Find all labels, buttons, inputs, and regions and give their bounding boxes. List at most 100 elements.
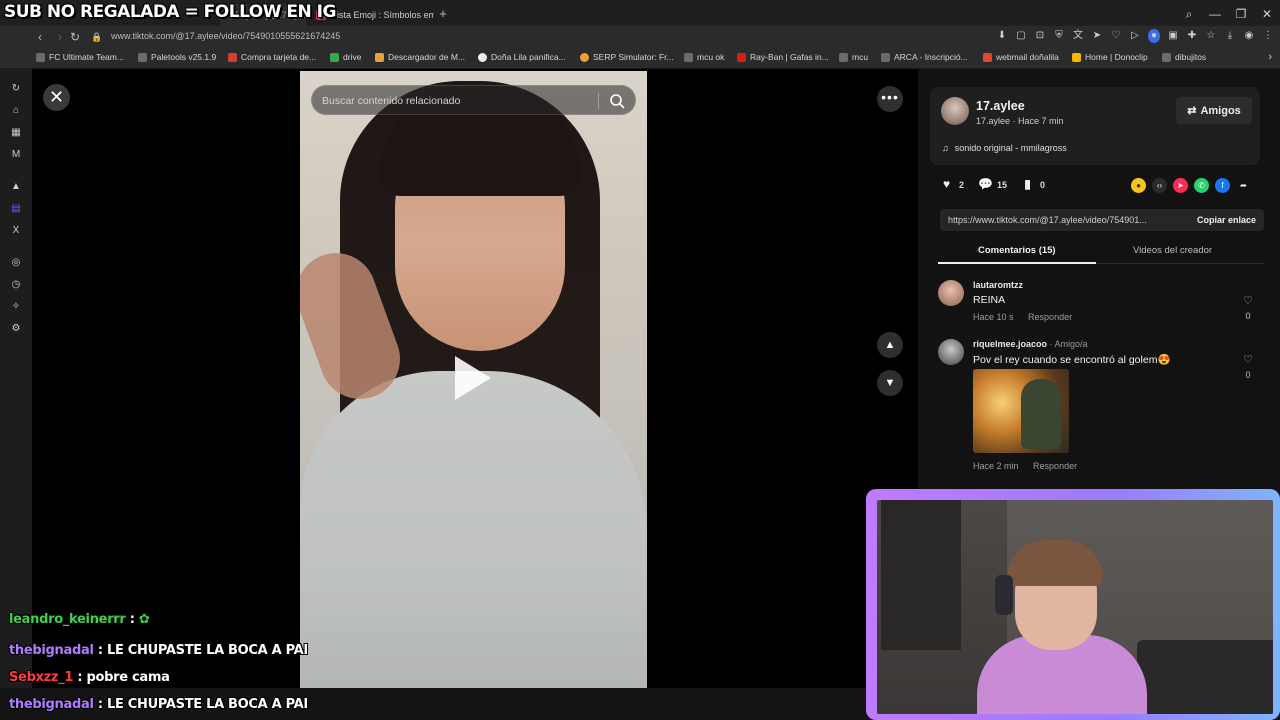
- chat-username: thebignadal: [9, 697, 94, 712]
- comment-like-count: 0: [1245, 370, 1251, 380]
- avatar[interactable]: [941, 97, 969, 125]
- creator-name[interactable]: 17.aylee: [976, 99, 1025, 113]
- bookmark-item[interactable]: dibujitos: [1162, 52, 1206, 62]
- creator-subtitle: 17.aylee · Hace 7 min: [976, 116, 1064, 126]
- coin-icon[interactable]: ●: [1131, 178, 1146, 193]
- translate-icon[interactable]: 文: [1072, 29, 1084, 43]
- close-icon[interactable]: ✕: [43, 84, 70, 111]
- copy-link-button[interactable]: Copiar enlace: [1197, 215, 1256, 225]
- sidebar-history-icon[interactable]: ◷: [10, 279, 22, 291]
- send-icon[interactable]: ➤: [1091, 29, 1103, 43]
- shield-icon[interactable]: ⛨: [1053, 29, 1065, 43]
- bookmarks-overflow-icon[interactable]: ›: [1268, 51, 1272, 63]
- friends-button[interactable]: ⇄ Amigos: [1176, 97, 1252, 124]
- screenshot-icon[interactable]: ⊡: [1034, 29, 1046, 43]
- sidebar-extensions-icon[interactable]: ✧: [10, 301, 22, 313]
- site-info-icon[interactable]: 🔒: [89, 29, 105, 45]
- previous-video-icon[interactable]: ▲: [877, 332, 903, 358]
- avatar[interactable]: [938, 339, 964, 365]
- sidebar-gallery-icon[interactable]: ▦: [10, 127, 22, 139]
- comment-time: Hace 2 min: [973, 461, 1019, 471]
- pin-icon[interactable]: ⬇: [996, 29, 1008, 43]
- comment-item: lautaromtzz REINA Hace 10 s Responder ♡ …: [938, 280, 1264, 328]
- bookmark-item[interactable]: mcu: [839, 52, 868, 62]
- comment-text: Pov el rey cuando se encontró al golem😍: [973, 354, 1171, 366]
- capture-icon[interactable]: ▢: [1015, 29, 1027, 43]
- restore-icon[interactable]: ❐: [1234, 6, 1248, 22]
- play-icon[interactable]: ▷: [1129, 29, 1141, 43]
- save-button[interactable]: ▮ 0: [1021, 178, 1045, 191]
- search-tabs-icon[interactable]: ⌕: [1182, 6, 1196, 22]
- bookmark-item[interactable]: drive: [330, 52, 361, 62]
- bookmark-item[interactable]: webmail doñalila: [983, 52, 1059, 62]
- profile-icon[interactable]: ◉: [1243, 29, 1255, 43]
- bookmark-item[interactable]: Home | Donoclip: [1072, 52, 1148, 62]
- avatar[interactable]: [938, 280, 964, 306]
- stats-row: ♥ 2 💬 15 ▮ 0: [940, 178, 1059, 191]
- sidebar-twitch-icon[interactable]: ▤: [10, 203, 22, 215]
- comment-like-icon[interactable]: ♡: [1241, 294, 1255, 307]
- tab-creator-videos[interactable]: Videos del creador: [1133, 245, 1212, 256]
- bookmark-item[interactable]: SERP Simulator: Fr...: [580, 52, 674, 62]
- bookmark-item[interactable]: FC Ultimate Team...: [36, 52, 124, 62]
- bookmarks-bar: FC Ultimate Team... Paletools v25.1.9 Co…: [0, 48, 1280, 69]
- bookmark-item[interactable]: Paletools v25.1.9: [138, 52, 216, 62]
- sidebar-arc-icon[interactable]: ▲: [10, 181, 22, 193]
- tab-comments[interactable]: Comentarios (15): [978, 245, 1056, 256]
- bookmark-item[interactable]: Doña Lila panifica...: [478, 52, 566, 62]
- menu-icon[interactable]: ⋮: [1262, 29, 1274, 43]
- share-row: ● ‹› ➤ ✆ f ➦: [1131, 178, 1251, 193]
- video-frame-shirt: [300, 371, 647, 689]
- next-video-icon[interactable]: ▼: [877, 370, 903, 396]
- chat-username: Sebxzz_1: [9, 670, 74, 685]
- reload-icon[interactable]: ↻: [67, 29, 83, 45]
- bookmark-item[interactable]: Compra tarjeta de...: [228, 52, 316, 62]
- comment-button[interactable]: 💬 15: [978, 178, 1007, 191]
- close-window-icon[interactable]: ✕: [1260, 6, 1274, 22]
- extension-qr-icon[interactable]: ▣: [1167, 29, 1179, 43]
- sidebar-refresh-icon[interactable]: ↻: [10, 83, 22, 95]
- reply-button[interactable]: Responder: [1033, 461, 1077, 471]
- search-divider: [598, 93, 599, 109]
- bookmark-item[interactable]: Descargador de M...: [375, 52, 465, 62]
- related-search-input[interactable]: Buscar contenido relacionado: [311, 85, 636, 115]
- search-icon[interactable]: [609, 93, 625, 109]
- download-icon[interactable]: ⤓: [1224, 29, 1236, 43]
- bookmark-item[interactable]: ARCA - Inscripció...: [881, 52, 968, 62]
- forward-icon[interactable]: ›: [52, 29, 68, 45]
- new-tab-icon[interactable]: +: [436, 6, 450, 21]
- share-icon[interactable]: ➦: [1236, 178, 1251, 193]
- video-player[interactable]: Buscar contenido relacionado: [300, 71, 647, 689]
- comment-image[interactable]: [973, 369, 1069, 453]
- puzzle-icon[interactable]: ✚: [1186, 29, 1198, 43]
- extension-blue-icon[interactable]: ●: [1148, 29, 1160, 43]
- back-icon[interactable]: ‹: [32, 29, 48, 45]
- facebook-icon[interactable]: f: [1215, 178, 1230, 193]
- more-options-icon[interactable]: •••: [877, 86, 903, 112]
- reply-button[interactable]: Responder: [1028, 312, 1072, 322]
- comment-username[interactable]: lautaromtzz: [973, 280, 1023, 290]
- music-link[interactable]: ♫ sonido original - mmilagross: [942, 143, 1067, 153]
- play-icon[interactable]: [455, 356, 491, 400]
- sidebar-settings-icon[interactable]: ⚙: [10, 323, 22, 335]
- screen: 17.aylee (@17.aylee) Lista Emoji : Símbo…: [0, 0, 1280, 720]
- bookmark-item[interactable]: mcu ok: [684, 52, 724, 62]
- bookmark-item[interactable]: Ray-Ban | Gafas in...: [737, 52, 829, 62]
- sidebar-m-icon[interactable]: M: [10, 149, 22, 161]
- whatsapp-icon[interactable]: ✆: [1194, 178, 1209, 193]
- sidebar-x-icon[interactable]: X: [10, 225, 22, 237]
- url-field[interactable]: www.tiktok.com/@17.aylee/video/754901055…: [111, 31, 340, 41]
- send-icon[interactable]: ➤: [1173, 178, 1188, 193]
- embed-icon[interactable]: ‹›: [1152, 178, 1167, 193]
- comment-username[interactable]: riquelmee.joacoo · Amigo/a: [973, 339, 1088, 349]
- minimize-icon[interactable]: —: [1208, 6, 1222, 22]
- comment-meta: Hace 2 min Responder: [973, 461, 1089, 471]
- sidebar-player-icon[interactable]: ◎: [10, 257, 22, 269]
- stream-banner: SUB NO REGALADA = FOLLOW EN IG: [4, 2, 336, 22]
- extension-icons: ⬇ ▢ ⊡ ⛨ 文 ➤ ♡ ▷ ● ▣ ✚ ☆ ⤓ ◉ ⋮: [996, 29, 1274, 43]
- heart-icon[interactable]: ♡: [1110, 29, 1122, 43]
- bookmark-star-icon[interactable]: ☆: [1205, 29, 1217, 43]
- comment-like-icon[interactable]: ♡: [1241, 353, 1255, 366]
- like-button[interactable]: ♥ 2: [940, 178, 964, 191]
- sidebar-apps-icon[interactable]: ⌂: [10, 105, 22, 117]
